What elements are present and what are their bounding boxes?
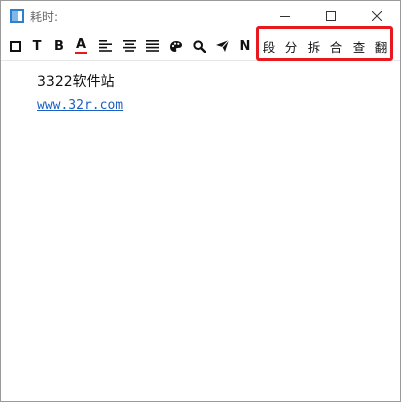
content-text-line: 3322软件站: [37, 74, 115, 90]
align-center-button[interactable]: [119, 35, 139, 57]
n-button[interactable]: N: [235, 35, 255, 57]
cn-button-translate[interactable]: 翻: [372, 35, 390, 57]
maximize-button[interactable]: [308, 1, 354, 31]
cn-button-split[interactable]: 分: [282, 35, 300, 57]
content-link[interactable]: www.32r.com: [37, 98, 123, 113]
app-icon: [10, 9, 24, 23]
align-center-icon: [122, 40, 136, 52]
cn-button-break[interactable]: 拆: [305, 35, 323, 57]
toolbar: T B A N 段 分 拆 合 查 翻: [1, 32, 400, 61]
send-icon: [215, 40, 229, 52]
cn-button-paragraph[interactable]: 段: [260, 35, 278, 57]
maximize-icon: [326, 11, 336, 21]
search-button[interactable]: [189, 35, 209, 57]
align-left-icon: [98, 40, 112, 52]
bold-icon: B: [54, 38, 64, 54]
box-button[interactable]: [5, 35, 25, 57]
cn-button-check[interactable]: 查: [350, 35, 368, 57]
cn-button-merge[interactable]: 合: [327, 35, 345, 57]
n-icon: N: [239, 38, 251, 54]
send-button[interactable]: [212, 35, 232, 57]
palette-icon: [170, 40, 182, 52]
app-window: 耗时: T B A N 段 分 拆 合 查 翻 3322软件站 www.32r.…: [0, 0, 401, 402]
text-button[interactable]: T: [27, 35, 47, 57]
align-justify-button[interactable]: [142, 35, 162, 57]
font-color-bar: [75, 52, 87, 54]
font-color-button[interactable]: A: [71, 35, 91, 57]
search-icon: [192, 39, 206, 53]
text-icon: T: [32, 38, 42, 54]
close-button[interactable]: [354, 1, 400, 31]
align-justify-icon: [145, 40, 159, 52]
minimize-button[interactable]: [262, 1, 308, 31]
window-title: 耗时:: [30, 10, 59, 24]
editor-area[interactable]: 3322软件站 www.32r.com: [1, 61, 400, 401]
font-color-icon: A: [75, 37, 87, 52]
palette-button[interactable]: [166, 35, 186, 57]
title-bar: 耗时:: [1, 1, 400, 31]
box-icon: [9, 40, 21, 52]
close-icon: [372, 11, 382, 21]
align-left-button[interactable]: [95, 35, 115, 57]
minimize-icon: [280, 16, 290, 17]
bold-button[interactable]: B: [49, 35, 69, 57]
